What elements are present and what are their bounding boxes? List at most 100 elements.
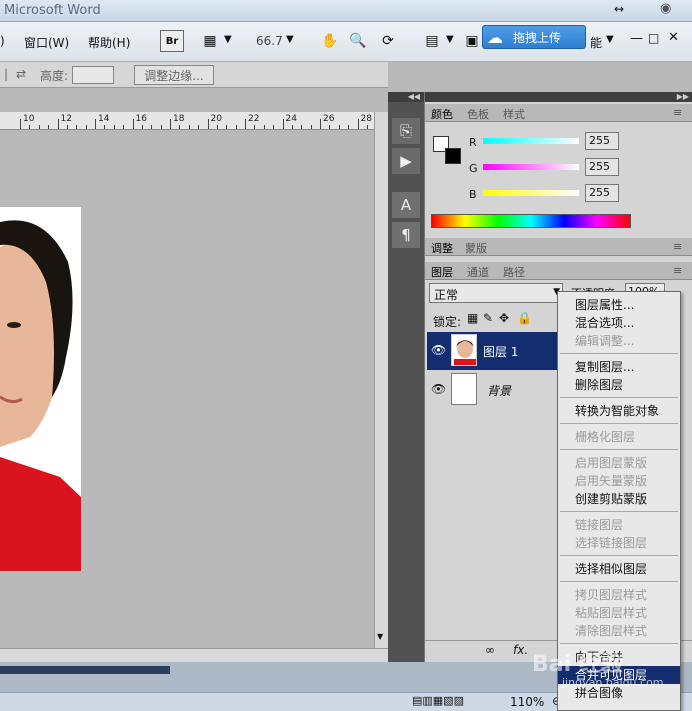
ruler-tick [207,119,209,129]
context-menu-item[interactable]: 复制图层... [558,358,680,376]
layer-row[interactable]: 👁 图层 1 [427,332,557,370]
context-menu-item[interactable]: 混合选项... [558,314,680,332]
portrait-thumbnail-icon [454,340,476,365]
rotate-view-button[interactable]: ⟳ [376,30,400,52]
paragraph-panel-button[interactable]: ¶ [392,222,420,248]
blend-mode-select[interactable]: 正常 ▼ [429,283,563,303]
value-r[interactable]: 255 [585,132,619,150]
context-menu-item[interactable]: 图层属性... [558,296,680,314]
slider-g[interactable] [483,164,579,170]
chevron-down-icon[interactable]: ▼ [446,34,454,45]
document-photo[interactable] [0,207,81,571]
minimize-icon[interactable]: — [630,31,643,46]
value-g[interactable]: 255 [585,158,619,176]
context-menu-item[interactable]: 创建剪贴蒙版 [558,490,680,508]
ruler-tick [179,125,181,129]
tab-swatches[interactable]: 色板 [467,106,489,122]
ruler-tick [273,125,275,129]
close-icon[interactable]: ✕ [668,30,679,45]
swap-icon[interactable]: ⇄ [16,67,26,81]
tab-color[interactable]: 颜色 [431,106,453,122]
collapse-icon[interactable]: ◀◀ [388,92,424,102]
layer-row[interactable]: 👁 背景 [427,371,557,409]
character-panel-button[interactable]: A [392,192,420,218]
ruler-label: 18 [173,114,185,124]
lock-pixels-icon[interactable]: ✎ [483,311,493,325]
chevron-down-icon[interactable]: ▼ [224,34,232,45]
maximize-icon[interactable]: □ [648,31,659,45]
ruler-tick [245,119,246,129]
help-icon[interactable]: ◉ [660,1,671,16]
ruler-tick [226,125,228,129]
panel-menu-icon[interactable]: ≡ [673,264,682,277]
vertical-scrollbar[interactable]: ▼ [374,112,388,648]
layer-name[interactable]: 图层 1 [483,343,518,360]
menu-separator [560,581,678,582]
zoom-percentage[interactable]: 110% [510,695,544,709]
layout-icon: ▤ [425,33,439,49]
tab-layers[interactable]: 图层 [431,264,453,280]
panel-menu-icon[interactable]: ≡ [673,106,682,119]
arrange-documents-button[interactable]: ▤ [420,30,444,52]
link-icon[interactable]: ∞ [485,643,495,657]
workspace-fragment[interactable]: 能 [590,34,602,51]
ruler-tick [76,125,78,129]
layer-thumbnail [451,334,477,366]
context-menu-item[interactable]: 合并可见图层 [558,666,680,684]
eye-icon[interactable]: 👁 [431,382,446,396]
eye-icon[interactable]: 👁 [431,343,446,357]
zoom-tool-button[interactable]: 🔍 [346,30,370,52]
chevron-down-icon[interactable]: ▼ [377,632,383,641]
height-input[interactable] [72,66,114,84]
lock-all-icon[interactable]: 🔒 [517,311,532,325]
context-menu-item: 拷贝图层样式 [575,588,648,602]
slider-b[interactable] [483,190,579,196]
panel-menu-icon[interactable]: ≡ [673,240,682,253]
lock-position-icon[interactable]: ✥ [499,311,509,325]
ruler-label: 28 [360,114,372,124]
background-swatch[interactable] [445,148,461,164]
menu-separator [560,555,678,556]
chevron-down-icon[interactable]: ▼ [286,34,294,45]
slider-r[interactable] [483,138,579,144]
ruler-tick [95,119,96,129]
context-menu-item[interactable]: 删除图层 [558,376,680,394]
horizontal-scrollbar[interactable] [0,648,388,662]
context-menu-item[interactable]: 拼合图像 [558,684,680,702]
value-b[interactable]: 255 [585,184,619,202]
tab-adjustments[interactable]: 调整 [431,240,453,256]
tab-paths[interactable]: 路径 [503,264,525,280]
tab-masks[interactable]: 蒙版 [465,240,487,256]
lock-transparency-icon[interactable]: ▦ [467,311,478,325]
zoom-level[interactable]: 66.7 [256,34,283,48]
ruler-label: 20 [210,114,222,124]
context-menu-item[interactable]: 选择相似图层 [558,560,680,578]
menu-help[interactable]: 帮助(H) [88,34,130,51]
history-panel-button[interactable]: ⎘ [392,118,420,144]
fx-button[interactable]: fx. [513,643,528,657]
menu-separator [560,511,678,512]
resize-icon[interactable]: ↔ [614,2,624,16]
color-spectrum[interactable] [431,214,631,228]
expand-icon[interactable]: ▶▶ [425,92,692,102]
upload-button[interactable]: ☁ 拖拽上传 [482,25,586,49]
chevron-down-icon[interactable]: ▼ [606,34,614,45]
context-menu-item: 启用图层蒙版 [575,456,648,470]
layer-name[interactable]: 背景 [487,382,511,399]
view-extras-button[interactable]: ▦ [198,30,222,52]
actions-panel-button[interactable]: ▶ [392,148,420,174]
film-icon: ▦ [203,33,217,49]
menu-fragment[interactable]: ) [0,34,5,48]
bridge-button[interactable]: Br [160,30,184,52]
screen-mode-button[interactable]: ▣ [460,30,484,52]
view-buttons-icon[interactable]: ▤▥▦▧▨ [412,694,464,707]
ruler-tick [348,125,350,129]
menu-window[interactable]: 窗口(W) [24,34,69,51]
context-menu-item[interactable]: 向下合并 [558,648,680,666]
tab-styles[interactable]: 样式 [503,106,525,122]
hand-tool-button[interactable]: ✋ [318,30,342,52]
ruler-tick [310,125,312,129]
refine-edge-button[interactable]: 调整边缘... [134,65,214,85]
context-menu-item[interactable]: 转换为智能对象 [558,402,680,420]
tab-channels[interactable]: 通道 [467,264,489,280]
